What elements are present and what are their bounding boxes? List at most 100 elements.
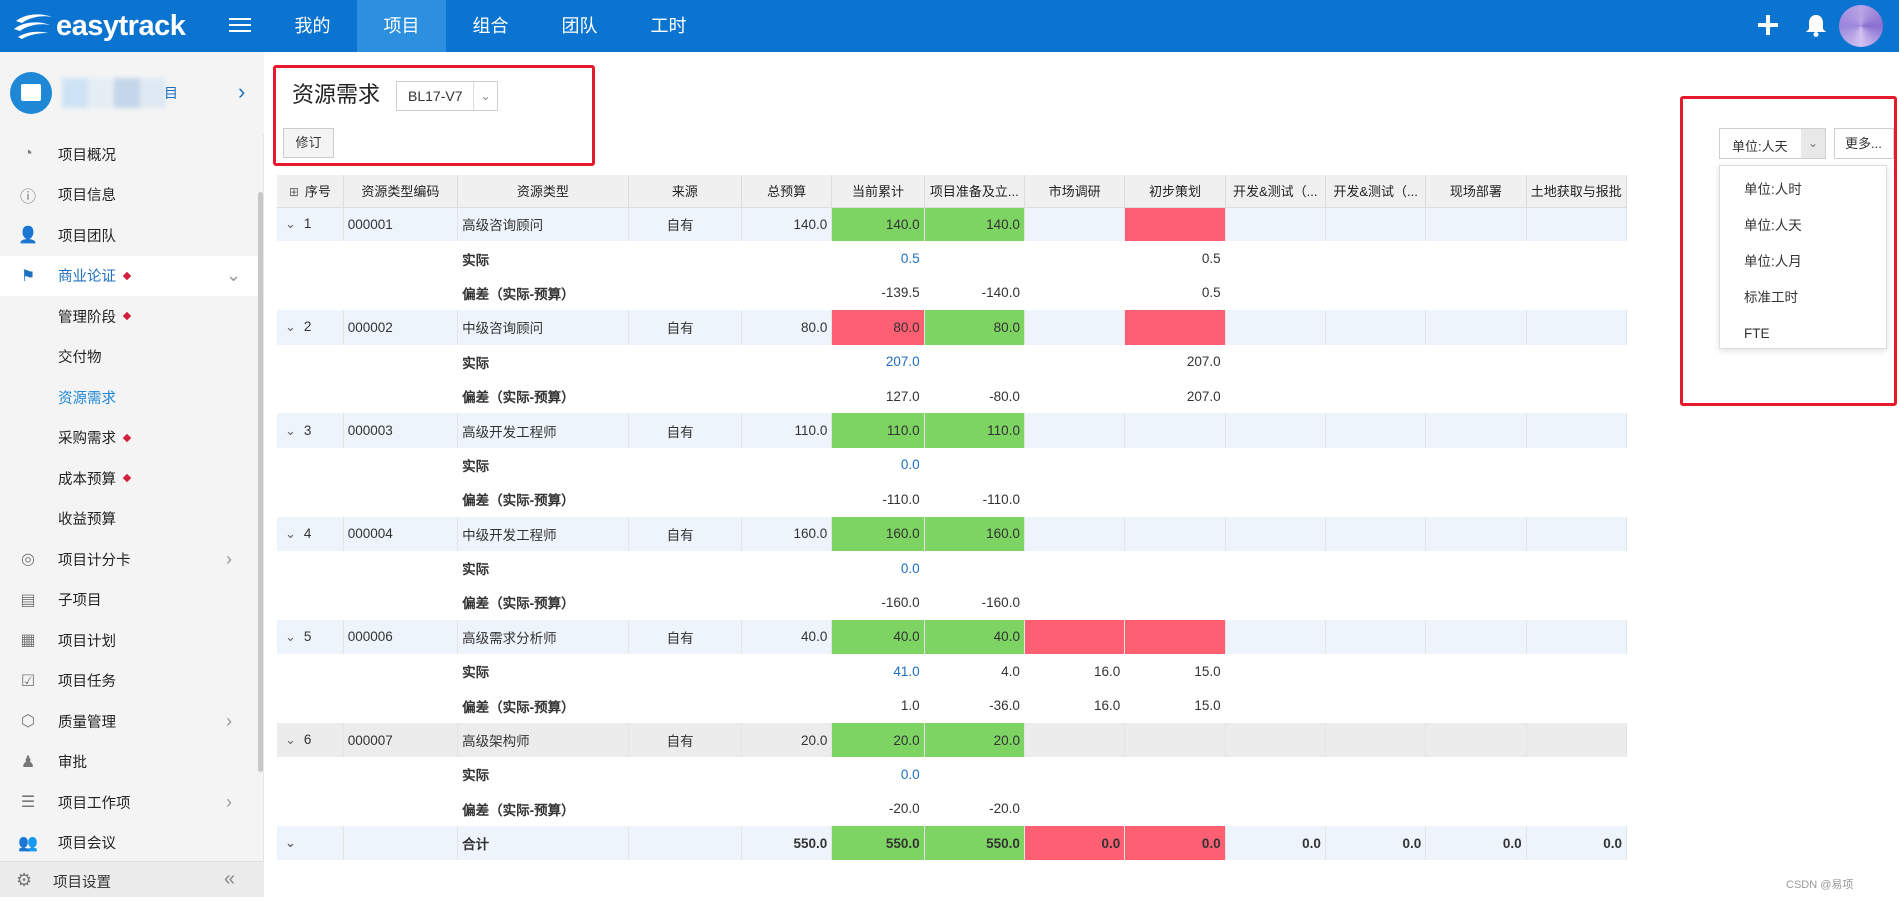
project-switcher[interactable]: 目 › (0, 52, 264, 134)
col-header-devtest2[interactable]: 开发&测试（... (1325, 175, 1427, 208)
var-prep-cell: -36.0 (924, 688, 1025, 723)
empty-cell (1425, 550, 1527, 586)
chevron-down-icon[interactable]: ⌄ (285, 732, 296, 748)
current-cell: 160.0 (831, 516, 925, 551)
logo-text: easytrack (56, 9, 186, 42)
table-row[interactable]: ⌄ 1 000001 高级咨询顾问 自有 140.0 140.0 140.0 (277, 207, 1628, 242)
nav-team[interactable]: 团队 (535, 0, 624, 52)
sidebar-item[interactable]: ▦ 项目计划 (0, 620, 258, 661)
col-header-land[interactable]: 土地获取与报批 (1526, 175, 1628, 208)
sidebar-item[interactable]: 交付物 (0, 337, 258, 378)
empty-cell (1425, 791, 1527, 827)
bell-icon[interactable] (1802, 11, 1830, 39)
menu-toggle-icon[interactable] (229, 14, 251, 36)
source-cell: 自有 (628, 516, 743, 551)
chevron-right-icon[interactable]: › (226, 549, 232, 570)
collapse-sidebar-icon[interactable]: « (224, 868, 235, 891)
table-row[interactable]: ⌄ 2 000002 中级咨询顾问 自有 80.0 80.0 80.0 (277, 310, 1628, 345)
empty-cell (1425, 757, 1527, 792)
empty-cell (1325, 688, 1427, 723)
nav-mine[interactable]: 我的 (268, 0, 357, 52)
empty-cell (1225, 688, 1326, 723)
sidebar-item[interactable]: ⓘ 项目信息 (0, 175, 258, 216)
col-header-current[interactable]: 当前累计 (831, 175, 925, 208)
sidebar-item[interactable]: 成本预算 (0, 458, 258, 499)
chevron-down-icon[interactable]: ⌄ (226, 265, 241, 286)
var-plan-cell: 15.0 (1124, 688, 1226, 723)
nav-projects[interactable]: 项目 (357, 0, 446, 52)
col-header-devtest1[interactable]: 开发&测试（... (1225, 175, 1326, 208)
app-logo[interactable]: easytrack (12, 9, 186, 43)
actual-survey-cell (1024, 241, 1126, 276)
user-avatar[interactable] (1839, 5, 1883, 47)
var-plan-cell (1124, 585, 1226, 620)
sidebar-item[interactable]: ♟ 审批 (0, 742, 258, 783)
tree-expand-icon[interactable]: ⊞ (289, 185, 299, 199)
chevron-down-icon[interactable]: ⌄ (285, 526, 296, 542)
sidebar-item-label: 管理阶段 (58, 309, 116, 326)
pie-chart-icon: ◔ (23, 145, 33, 163)
empty-cell (1325, 550, 1427, 586)
col-header-budget[interactable]: 总预算 (741, 175, 833, 208)
sidebar-item[interactable]: 资源需求 (0, 377, 258, 418)
sidebar-item[interactable]: 👥 项目会议 (0, 823, 258, 864)
table-row[interactable]: ⌄ 3 000003 高级开发工程师 自有 110.0 110.0 110.0 (277, 413, 1628, 448)
row-number: 5 (303, 628, 312, 644)
col-header-source[interactable]: 来源 (628, 175, 743, 208)
sidebar-item[interactable]: ⬡ 质量管理 › (0, 701, 258, 742)
col-header-prep[interactable]: 项目准备及立... (924, 175, 1025, 208)
nav-portfolio[interactable]: 组合 (446, 0, 535, 52)
project-settings-link[interactable]: 项目设置 (53, 871, 111, 892)
sidebar-item[interactable]: 👤 项目团队 (0, 215, 258, 256)
chevron-down-icon[interactable]: ⌄ (285, 319, 296, 335)
table-row[interactable]: ⌄ 4 000004 中级开发工程师 自有 160.0 160.0 160.0 (277, 516, 1628, 551)
sidebar-item[interactable]: ⚑ 商业论证 ⌄ (0, 255, 258, 296)
actual-current-cell: 0.0 (831, 447, 925, 483)
var-prep-cell: -80.0 (924, 378, 1025, 414)
sidebar-item[interactable]: 采购需求 (0, 418, 258, 459)
chevron-right-icon[interactable]: › (238, 81, 258, 103)
sidebar-scrollbar[interactable] (258, 192, 263, 772)
col-header-type[interactable]: 资源类型 (457, 175, 629, 208)
row-label-cell: 偏差（实际-预算） (457, 791, 629, 827)
sidebar-item[interactable]: 收益预算 (0, 499, 258, 540)
table-row[interactable]: ⌄ 6 000007 高级架构师 自有 20.0 20.0 20.0 (277, 722, 1628, 758)
gear-icon[interactable]: ⚙ (16, 870, 32, 891)
actual-current-cell: 0.0 (831, 550, 925, 586)
empty-cell (1325, 619, 1427, 655)
nav-timesheet[interactable]: 工时 (624, 0, 713, 52)
chevron-right-icon[interactable]: › (226, 792, 232, 813)
sidebar-item[interactable]: ◔ 项目概况 (0, 134, 258, 175)
sidebar-item[interactable]: ▤ 子项目 (0, 580, 258, 621)
budget-cell: 80.0 (741, 310, 833, 345)
table-row[interactable]: ⌄ 5 000006 高级需求分析师 自有 40.0 40.0 40.0 (277, 619, 1628, 655)
empty-cell (1425, 447, 1527, 483)
sidebar-item[interactable]: 管理阶段 (0, 296, 258, 337)
empty-cell (628, 550, 743, 586)
empty-cell (277, 550, 344, 586)
chevron-down-icon[interactable]: ⌄ (285, 629, 296, 645)
sidebar-item[interactable]: ◎ 项目计分卡 › (0, 539, 258, 580)
actual-survey-cell (1024, 757, 1126, 792)
plus-icon[interactable] (1754, 11, 1782, 39)
var-current-cell: -160.0 (831, 585, 925, 620)
chevron-right-icon[interactable]: › (226, 711, 232, 732)
col-header-survey[interactable]: 市场调研 (1024, 175, 1126, 208)
var-prep-cell: -110.0 (924, 482, 1025, 517)
chevron-down-icon[interactable]: ⌄ (285, 423, 296, 439)
empty-cell (1425, 516, 1527, 551)
sidebar-item[interactable]: ☑ 项目任务 (0, 661, 258, 702)
col-header-deploy[interactable]: 现场部署 (1425, 175, 1527, 208)
empty-cell (343, 447, 459, 483)
sidebar-item[interactable]: ☰ 项目工作项 › (0, 782, 258, 823)
col-header-code[interactable]: 资源类型编码 (343, 175, 459, 208)
col-header-plan[interactable]: 初步策划 (1124, 175, 1226, 208)
chevron-down-icon[interactable]: ⌄ (285, 835, 296, 851)
chevron-down-icon[interactable]: ⌄ (285, 216, 296, 232)
required-marker-icon (122, 312, 132, 321)
empty-cell (1225, 585, 1326, 620)
empty-cell (1325, 344, 1427, 379)
empty-cell (343, 654, 459, 689)
empty-cell (1325, 310, 1427, 345)
col-header-no[interactable]: ⊞ 序号 (277, 175, 344, 208)
